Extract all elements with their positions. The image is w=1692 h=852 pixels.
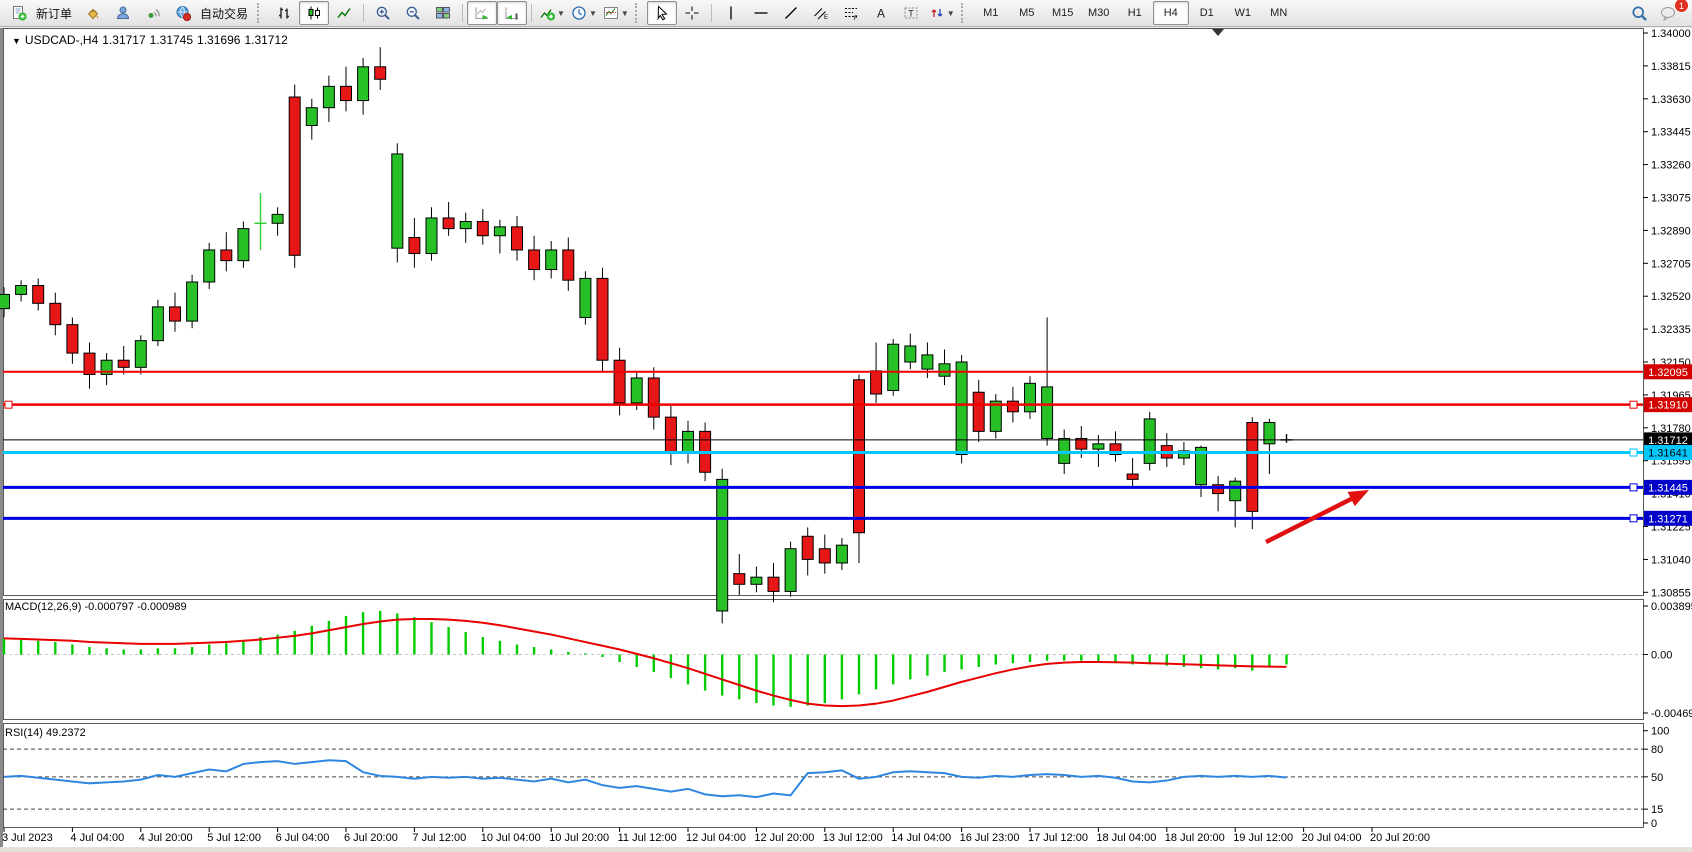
svg-text:100: 100 [1651, 726, 1669, 738]
svg-text:1.32705: 1.32705 [1651, 258, 1691, 270]
svg-text:16 Jul 23:00: 16 Jul 23:00 [960, 832, 1020, 844]
svg-text:1.31445: 1.31445 [1648, 482, 1688, 494]
svg-text:1.33075: 1.33075 [1651, 193, 1691, 205]
svg-text:0: 0 [1651, 818, 1657, 830]
svg-text:12 Jul 04:00: 12 Jul 04:00 [686, 832, 746, 844]
svg-text:4 Jul 04:00: 4 Jul 04:00 [70, 832, 124, 844]
svg-text:1.31910: 1.31910 [1648, 400, 1688, 412]
svg-text:-0.004699: -0.004699 [1651, 708, 1692, 720]
svg-text:5 Jul 12:00: 5 Jul 12:00 [207, 832, 261, 844]
svg-text:1.30855: 1.30855 [1651, 587, 1691, 599]
application-window: 新订单 自动交易 [0, 0, 1692, 852]
svg-text:13 Jul 12:00: 13 Jul 12:00 [823, 832, 883, 844]
svg-text:1.33630: 1.33630 [1651, 94, 1691, 106]
chart-close-value: 1.31712 [244, 33, 287, 47]
svg-text:3 Jul 2023: 3 Jul 2023 [2, 832, 53, 844]
svg-text:1.32890: 1.32890 [1651, 225, 1691, 237]
svg-text:6 Jul 04:00: 6 Jul 04:00 [276, 832, 330, 844]
svg-text:1.32335: 1.32335 [1651, 324, 1691, 336]
svg-text:10 Jul 20:00: 10 Jul 20:00 [549, 832, 609, 844]
svg-text:1.32095: 1.32095 [1648, 367, 1688, 379]
svg-text:20 Jul 20:00: 20 Jul 20:00 [1370, 832, 1430, 844]
trading-chart[interactable]: 1.34000 1.33815 1.33630 1.33445 1.33260 1.330… [0, 0, 1692, 852]
svg-text:19 Jul 12:00: 19 Jul 12:00 [1233, 832, 1293, 844]
svg-text:20 Jul 04:00: 20 Jul 04:00 [1302, 832, 1362, 844]
svg-text:18 Jul 04:00: 18 Jul 04:00 [1096, 832, 1156, 844]
svg-text:1.33260: 1.33260 [1651, 160, 1691, 172]
svg-text:6 Jul 20:00: 6 Jul 20:00 [344, 832, 398, 844]
svg-text:10 Jul 04:00: 10 Jul 04:00 [481, 832, 541, 844]
chart-low-value: 1.31696 [197, 33, 240, 47]
chart-high-value: 1.31745 [150, 33, 193, 47]
svg-text:1.31641: 1.31641 [1648, 448, 1688, 460]
chart-dropdown-icon[interactable]: ▼ [12, 36, 21, 46]
svg-text:11 Jul 12:00: 11 Jul 12:00 [618, 832, 677, 844]
svg-text:1.33815: 1.33815 [1651, 61, 1691, 73]
svg-text:7 Jul 12:00: 7 Jul 12:00 [412, 832, 466, 844]
svg-text:50: 50 [1651, 772, 1663, 784]
svg-text:1.31040: 1.31040 [1651, 554, 1691, 566]
svg-text:80: 80 [1651, 744, 1663, 756]
chart-symbol-period: USDCAD-,H4 [25, 33, 98, 47]
svg-text:1.31271: 1.31271 [1648, 513, 1688, 525]
svg-text:18 Jul 20:00: 18 Jul 20:00 [1165, 832, 1225, 844]
svg-text:14 Jul 04:00: 14 Jul 04:00 [891, 832, 951, 844]
chart-title: ▼ USDCAD-,H4 1.31717 1.31745 1.31696 1.31712 [12, 33, 292, 47]
svg-text:17 Jul 12:00: 17 Jul 12:00 [1028, 832, 1088, 844]
macd-indicator-label: MACD(12,26,9) -0.000797 -0.000989 [5, 601, 187, 613]
svg-text:12 Jul 20:00: 12 Jul 20:00 [754, 832, 814, 844]
svg-text:0.003895: 0.003895 [1651, 601, 1692, 613]
svg-text:1.33445: 1.33445 [1651, 127, 1691, 139]
svg-text:1.34000: 1.34000 [1651, 28, 1691, 40]
svg-text:1.32520: 1.32520 [1651, 291, 1691, 303]
chart-open-value: 1.31717 [102, 33, 145, 47]
svg-text:0.00: 0.00 [1651, 650, 1672, 662]
rsi-indicator-label: RSI(14) 49.2372 [5, 727, 86, 739]
svg-text:4 Jul 20:00: 4 Jul 20:00 [139, 832, 193, 844]
svg-text:15: 15 [1651, 804, 1663, 816]
